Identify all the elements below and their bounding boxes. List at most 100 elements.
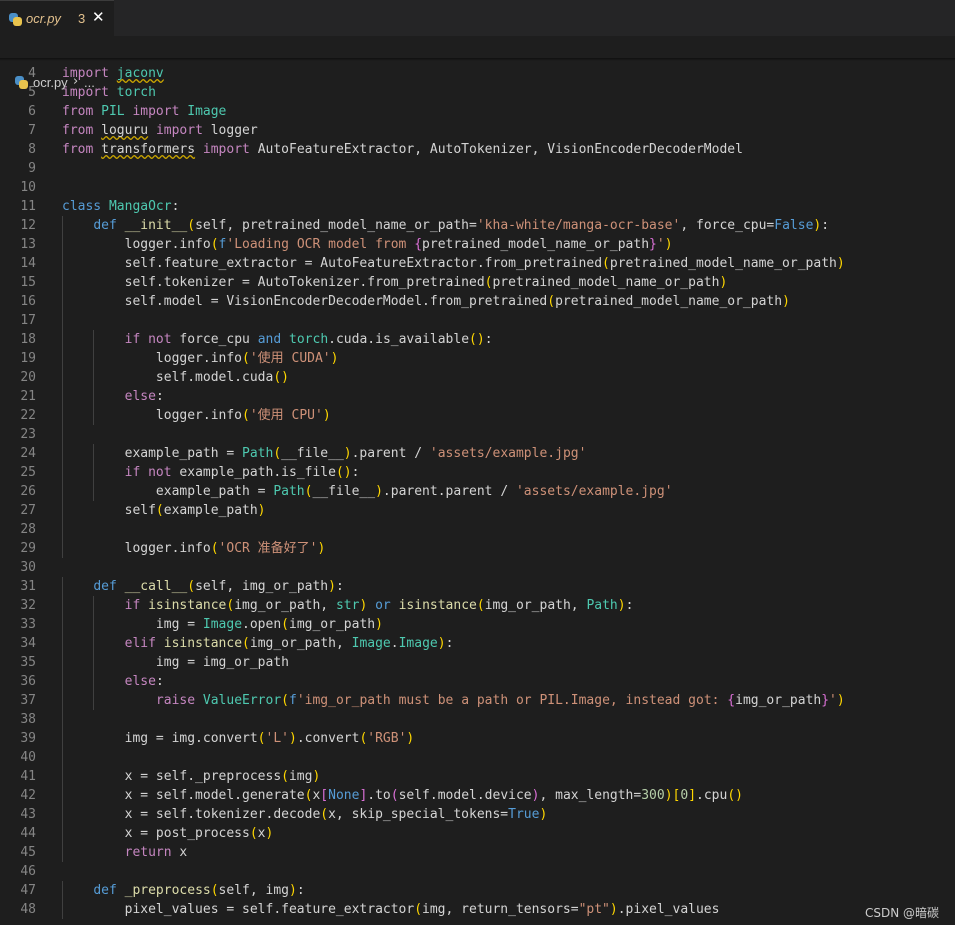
code-token: ): [317, 541, 326, 556]
code-line[interactable]: 14 self.feature_extractor = AutoFeatureE…: [0, 254, 955, 273]
code-token: img, return_tensors=: [422, 902, 579, 917]
line-number: 12: [20, 218, 36, 233]
code-token: .convert: [296, 731, 360, 746]
code-text: logger.info('使用 CUDA'): [62, 349, 339, 368]
code-token: img = img_or_path: [62, 655, 289, 670]
code-token: ): [437, 636, 446, 651]
code-line[interactable]: 44 x = post_process(x): [0, 824, 955, 843]
code-token: :: [445, 636, 454, 651]
line-number: 35: [20, 655, 36, 670]
line-number: 32: [20, 598, 36, 613]
code-line[interactable]: 19 logger.info('使用 CUDA'): [0, 349, 955, 368]
code-line[interactable]: 34 elif isinstance(img_or_path, Image.Im…: [0, 634, 955, 653]
code-token: ValueError: [202, 693, 282, 708]
code-line[interactable]: 46: [0, 862, 955, 881]
line-number: 31: [20, 579, 36, 594]
code-token: torch: [289, 332, 329, 347]
code-line[interactable]: 28: [0, 520, 955, 539]
code-line[interactable]: 23: [0, 425, 955, 444]
code-text: from transformers import AutoFeatureExtr…: [62, 140, 743, 159]
code-token: (: [476, 598, 485, 613]
code-token: self.model.cuda: [62, 370, 274, 385]
line-number: 5: [28, 85, 36, 100]
code-line[interactable]: 27 self(example_path): [0, 501, 955, 520]
code-token: ): [375, 617, 383, 632]
code-token: elif: [124, 636, 164, 651]
code-token: , max_length=: [539, 788, 642, 803]
code-line[interactable]: 31 def __call__(self, img_or_path):: [0, 577, 955, 596]
code-line[interactable]: 45 return x: [0, 843, 955, 862]
code-token: if: [124, 598, 149, 613]
close-icon[interactable]: ✕: [92, 8, 105, 26]
code-line[interactable]: 18 if not force_cpu and torch.cuda.is_av…: [0, 330, 955, 349]
code-token: ): [617, 598, 626, 613]
code-token: ): [328, 579, 336, 594]
code-token: (: [242, 408, 250, 423]
line-number: 41: [20, 769, 36, 784]
code-line[interactable]: 39 img = img.convert('L').convert('RGB'): [0, 729, 955, 748]
code-token: img_or_path: [289, 617, 376, 632]
code-token: import: [155, 123, 211, 138]
code-line[interactable]: 16 self.model = VisionEncoderDecoderMode…: [0, 292, 955, 311]
code-line[interactable]: 47 def _preprocess(self, img):: [0, 881, 955, 900]
code-line[interactable]: 41 x = self._preprocess(img): [0, 767, 955, 786]
code-token: :: [155, 389, 164, 404]
line-number: 45: [20, 845, 36, 860]
code-token: (: [281, 617, 289, 632]
code-line[interactable]: 42 x = self.model.generate(x[None].to(se…: [0, 786, 955, 805]
code-line[interactable]: 24 example_path = Path(__file__).parent …: [0, 444, 955, 463]
code-line[interactable]: 6 from PIL import Image: [0, 102, 955, 121]
code-line[interactable]: 10: [0, 178, 955, 197]
line-number: 46: [20, 864, 36, 879]
code-line[interactable]: 25 if not example_path.is_file():: [0, 463, 955, 482]
code-line[interactable]: 38: [0, 710, 955, 729]
code-line[interactable]: 26 example_path = Path(__file__).parent.…: [0, 482, 955, 501]
code-token: (: [320, 807, 329, 822]
code-line[interactable]: 32 if isinstance(img_or_path, str) or is…: [0, 596, 955, 615]
code-token: ): [664, 788, 673, 803]
tab-filename: ocr.py: [26, 11, 61, 26]
code-line[interactable]: 48 pixel_values = self.feature_extractor…: [0, 900, 955, 919]
code-line[interactable]: 15 self.tokenizer = AutoTokenizer.from_p…: [0, 273, 955, 292]
code-editor[interactable]: 4 import jaconv 5 import torch 6 from PIL imp…: [0, 58, 955, 925]
code-line[interactable]: 36 else:: [0, 672, 955, 691]
code-line[interactable]: 30: [0, 558, 955, 577]
code-text: raise ValueError(f'img_or_path must be a…: [62, 691, 845, 710]
code-line[interactable]: 35 img = img_or_path: [0, 653, 955, 672]
code-token: img: [288, 769, 313, 784]
code-text: pixel_values = self.feature_extractor(im…: [62, 900, 720, 919]
code-token: .parent.parent /: [382, 484, 516, 499]
code-line[interactable]: 43 x = self.tokenizer.decode(x, skip_spe…: [0, 805, 955, 824]
code-line[interactable]: 29 logger.info('OCR 准备好了'): [0, 539, 955, 558]
code-line[interactable]: 37 raise ValueError(f'img_or_path must b…: [0, 691, 955, 710]
line-number: 26: [20, 484, 36, 499]
watermark: CSDN @暗碳: [864, 906, 939, 920]
code-token: (: [187, 218, 196, 233]
code-line[interactable]: 22 logger.info('使用 CPU'): [0, 406, 955, 425]
code-line[interactable]: 11 class MangaOcr:: [0, 197, 955, 216]
code-token: Image: [202, 617, 243, 632]
code-line[interactable]: 21 else:: [0, 387, 955, 406]
code-line[interactable]: 7 from loguru import logger: [0, 121, 955, 140]
code-line[interactable]: 9: [0, 159, 955, 178]
code-line[interactable]: 40: [0, 748, 955, 767]
tab-ocr-py[interactable]: ocr.py 3 ✕: [0, 0, 114, 36]
code-lines: 4 import jaconv 5 import torch 6 from PIL imp…: [0, 64, 955, 919]
code-token: ): [406, 731, 415, 746]
code-line[interactable]: 20 self.model.cuda(): [0, 368, 955, 387]
code-line[interactable]: 8 from transformers import AutoFeatureExt…: [0, 140, 955, 159]
code-token: __file__: [281, 446, 344, 461]
line-number: 11: [20, 199, 36, 214]
code-token: }: [649, 237, 657, 252]
code-line[interactable]: 12 def __init__(self, pretrained_model_n…: [0, 216, 955, 235]
code-token: self, img_or_path: [195, 579, 329, 594]
code-line[interactable]: 13 logger.info(f'Loading OCR model from …: [0, 235, 955, 254]
code-line[interactable]: 4 import jaconv: [0, 64, 955, 83]
code-text: example_path = Path(__file__).parent.par…: [62, 482, 673, 501]
code-token: import: [132, 104, 188, 119]
code-line[interactable]: 5 import torch: [0, 83, 955, 102]
code-line[interactable]: 17: [0, 311, 955, 330]
code-line[interactable]: 33 img = Image.open(img_or_path): [0, 615, 955, 634]
